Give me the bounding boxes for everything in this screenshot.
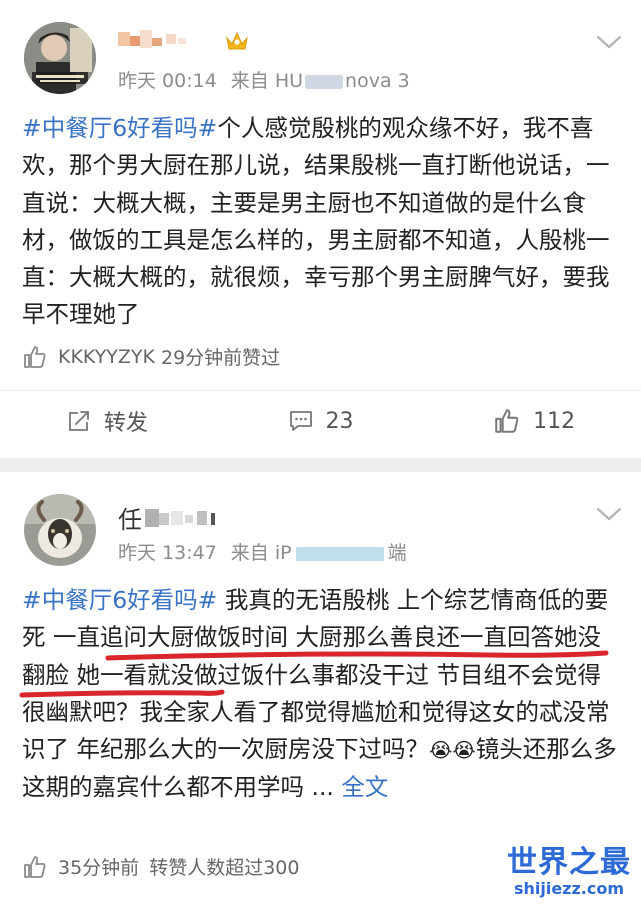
username-mosaic bbox=[145, 505, 231, 537]
liked-by-line: 35分钟前 转赞人数超过300 bbox=[22, 853, 299, 880]
post-meta: 昨天 00:14 来自 HU nova 3 bbox=[118, 66, 410, 93]
like-button[interactable]: 112 bbox=[427, 393, 641, 449]
divider bbox=[0, 390, 641, 391]
watermark-title: 世界之最 bbox=[507, 845, 631, 880]
username[interactable] bbox=[118, 28, 249, 60]
chevron-down-icon[interactable] bbox=[596, 506, 622, 522]
chevron-down-icon[interactable] bbox=[596, 34, 622, 50]
thumbs-up-icon bbox=[24, 345, 46, 368]
like-user[interactable]: KKKYYZYK bbox=[58, 346, 155, 368]
username[interactable]: 任 bbox=[118, 500, 231, 537]
post-time: 昨天 13:47 bbox=[118, 542, 217, 564]
comment-icon bbox=[289, 411, 312, 431]
avatar[interactable] bbox=[24, 22, 96, 94]
like-time: 29分钟前赞过 bbox=[161, 347, 281, 369]
action-bar: 转发 23 112 bbox=[0, 393, 641, 449]
thumbs-up-icon bbox=[24, 855, 46, 878]
site-watermark: 世界之最 shijiezz.com bbox=[507, 846, 631, 898]
weibo-post-1: 昨天 00:14 来自 HU nova 3 #中餐厅6好看吗#个人感觉殷桃的观众缘不… bbox=[0, 0, 641, 458]
like-time: 35分钟前 bbox=[58, 857, 140, 879]
post-meta: 昨天 13:47 来自 iP 端 bbox=[118, 538, 407, 565]
topic-tag[interactable]: #中餐厅6好看吗# bbox=[22, 114, 217, 142]
repost-icon bbox=[68, 411, 89, 431]
post-source: 来自 iP 端 bbox=[230, 542, 407, 564]
full-text-link[interactable]: 全文 bbox=[341, 773, 388, 801]
red-underline-mark bbox=[19, 650, 609, 698]
thumbs-up-icon bbox=[495, 409, 519, 433]
post-separator bbox=[0, 458, 641, 472]
like-summary: 转赞人数超过300 bbox=[149, 857, 300, 879]
crown-icon bbox=[225, 30, 249, 58]
username-mosaic bbox=[118, 28, 214, 60]
post-content: #中餐厅6好看吗#个人感觉殷桃的观众缘不好，我不喜欢，那个男大厨在那儿说，结果殷… bbox=[22, 110, 622, 334]
post-time: 昨天 00:14 bbox=[118, 70, 217, 92]
liked-by-line: KKKYYZYK 29分钟前赞过 bbox=[22, 343, 280, 370]
avatar[interactable] bbox=[24, 494, 96, 566]
post-text: 个人感觉殷桃的观众缘不好，我不喜欢，那个男大厨在那儿说，结果殷桃一直打断他说话，… bbox=[22, 114, 610, 329]
topic-tag[interactable]: #中餐厅6好看吗# bbox=[22, 586, 217, 614]
comment-button[interactable]: 23 bbox=[214, 393, 428, 449]
repost-button[interactable]: 转发 bbox=[0, 393, 214, 449]
watermark-url: shijiezz.com bbox=[513, 879, 625, 898]
post-source: 来自 HU nova 3 bbox=[230, 70, 410, 92]
weibo-post-2: 任 昨天 13:47 来自 iP 端 #中餐厅6好看吗# 我真的无语殷桃 上个综艺情… bbox=[0, 472, 641, 906]
